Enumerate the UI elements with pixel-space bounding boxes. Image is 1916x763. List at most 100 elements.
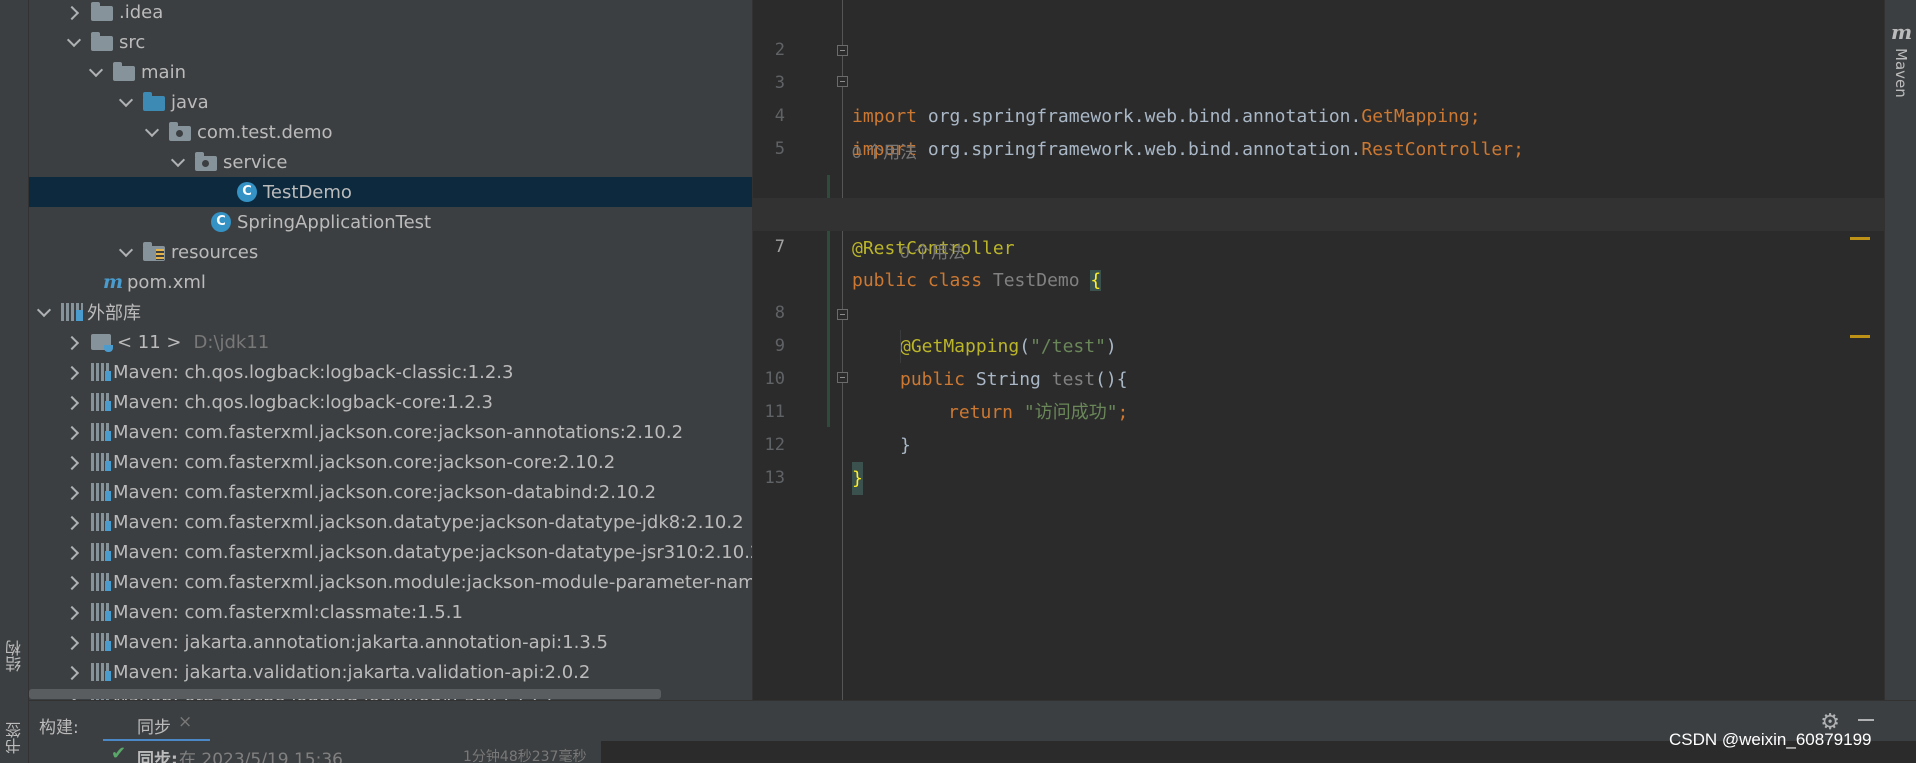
chevron-right-icon[interactable] — [67, 605, 81, 619]
tree-item-label: Maven: com.fasterxml.jackson.core:jackso… — [113, 481, 657, 503]
fold-toggle-icon[interactable] — [837, 309, 848, 320]
chevron-down-icon[interactable] — [145, 125, 159, 139]
chevron-right-icon[interactable] — [67, 665, 81, 679]
chevron-down-icon[interactable] — [119, 95, 133, 109]
tree-item[interactable]: Maven: com.fasterxml.jackson.datatype:ja… — [29, 507, 752, 537]
folder-icon — [91, 1, 113, 21]
build-label: 构建: — [39, 718, 79, 738]
sync-status-time: 在 2023/5/19 15:36 — [179, 750, 343, 763]
code-line-7[interactable]: 7 public class TestDemo { — [753, 198, 1885, 291]
code-line-6[interactable]: 6 @RestController — [753, 166, 1885, 259]
code-line-2[interactable]: 2 — [753, 1, 1885, 60]
chevron-right-icon[interactable] — [67, 635, 81, 649]
code-line-13[interactable]: 13 — [753, 429, 1885, 488]
chevron-right-icon[interactable] — [67, 455, 81, 469]
code-line-8[interactable]: 8 @GetMapping("/test") — [753, 264, 1885, 357]
chevron-right-icon[interactable] — [67, 485, 81, 499]
tree-item[interactable]: Maven: jakarta.annotation:jakarta.annota… — [29, 627, 752, 657]
chevron-right-icon[interactable] — [67, 5, 81, 19]
chevron-right-icon[interactable] — [67, 335, 81, 349]
tree-item[interactable]: C TestDemo — [29, 177, 752, 207]
tree-item[interactable]: .idea — [29, 0, 752, 27]
build-tool-window-header: 构建: 同步 × ⚙ — [29, 700, 1916, 742]
line-number: 7 — [774, 237, 785, 257]
tree-item[interactable]: 外部库 — [29, 297, 752, 327]
tree-item[interactable]: Maven: com.fasterxml.jackson.core:jackso… — [29, 417, 752, 447]
structure-tab[interactable]: 结构 — [3, 640, 27, 672]
tree-item-label: Maven: ch.qos.logback:logback-classic:1.… — [113, 361, 514, 383]
chevron-down-icon[interactable] — [89, 65, 103, 79]
tree-item-label: resources — [171, 241, 259, 263]
tree-item[interactable]: Maven: com.fasterxml.jackson.datatype:ja… — [29, 537, 752, 567]
code-line-4[interactable]: 4 import org.springframework.web.bind.an… — [753, 67, 1885, 160]
tree-item-label: TestDemo — [263, 181, 352, 203]
tree-item[interactable]: C SpringApplicationTest — [29, 207, 752, 237]
tree-item-label: Maven: com.fasterxml.jackson.datatype:ja… — [113, 511, 744, 533]
jar-library-icon — [91, 393, 111, 411]
jar-library-icon — [91, 453, 111, 471]
tree-item-label: Maven: jakarta.validation:jakarta.valida… — [113, 661, 591, 683]
java-class-icon: C — [211, 212, 231, 232]
tree-item[interactable]: java — [29, 87, 752, 117]
watermark: CSDN @weixin_60879199 — [1669, 730, 1872, 749]
chevron-right-icon[interactable] — [67, 425, 81, 439]
project-horizontal-scrollbar[interactable] — [29, 689, 661, 699]
tree-item[interactable]: resources — [29, 237, 752, 267]
imported-class: RestController; — [1361, 139, 1524, 160]
tree-item[interactable]: Maven: ch.qos.logback:logback-classic:1.… — [29, 357, 752, 387]
tree-item-label: service — [223, 151, 288, 173]
tree-item[interactable]: m pom.xml — [29, 267, 752, 297]
code-line-11[interactable]: 11 } — [753, 363, 1885, 456]
tree-item[interactable]: Maven: com.fasterxml:classmate:1.5.1 — [29, 597, 752, 627]
code-line-3[interactable]: 3 import org.springframework.web.bind.an… — [753, 34, 1885, 127]
usage-inlay-hint[interactable]: 0 个用法 — [852, 138, 917, 163]
chevron-right-icon[interactable] — [67, 395, 81, 409]
maven-icon[interactable]: m — [1891, 20, 1912, 44]
tree-item[interactable]: < 11 > D:\jdk11 — [29, 327, 752, 357]
chevron-down-icon[interactable] — [171, 155, 185, 169]
tree-item[interactable]: Maven: com.fasterxml.jackson.core:jackso… — [29, 447, 752, 477]
chevron-down-icon[interactable] — [37, 305, 51, 319]
usage-inlay-hint[interactable]: 0 个用法 — [900, 238, 965, 263]
tree-item-label: src — [119, 31, 146, 53]
maven-file-icon: m — [103, 271, 124, 293]
code-editor[interactable]: 2 3 import org.springframework.web.bind.… — [752, 0, 1885, 700]
tree-item[interactable]: src — [29, 27, 752, 57]
chevron-right-icon[interactable] — [67, 365, 81, 379]
bookmarks-tab[interactable]: 书签 — [3, 722, 27, 754]
fold-toggle-icon[interactable] — [837, 372, 848, 383]
line-number: 13 — [764, 468, 785, 488]
code-line-9[interactable]: 9 public String test(){ — [753, 297, 1885, 390]
indent-guide — [900, 330, 901, 363]
warning-stripe-marker[interactable] — [1850, 237, 1870, 240]
close-icon[interactable]: × — [178, 712, 192, 732]
tab-sync[interactable]: 同步 × — [103, 701, 210, 742]
tree-item[interactable]: Maven: ch.qos.logback:logback-core:1.2.3 — [29, 387, 752, 417]
tree-item[interactable]: Maven: com.fasterxml.jackson.core:jackso… — [29, 477, 752, 507]
tree-item-label: Maven: ch.qos.logback:logback-core:1.2.3 — [113, 391, 493, 413]
minimize-icon[interactable] — [1858, 719, 1874, 721]
chevron-right-icon[interactable] — [67, 545, 81, 559]
line-number: 5 — [774, 139, 785, 159]
tree-item-label: Maven: jakarta.annotation:jakarta.annota… — [113, 631, 608, 653]
chevron-right-icon[interactable] — [67, 575, 81, 589]
sync-status-label[interactable]: 同步: — [137, 745, 178, 763]
tree-item[interactable]: com.test.demo — [29, 117, 752, 147]
chevron-right-icon[interactable] — [67, 515, 81, 529]
chevron-down-icon[interactable] — [67, 35, 81, 49]
chevron-down-icon[interactable] — [119, 245, 133, 259]
tree-item[interactable]: main — [29, 57, 752, 87]
code-line-10[interactable]: 10 return "访问成功"; — [753, 330, 1885, 423]
tree-item[interactable]: service — [29, 147, 752, 177]
sync-duration: 1分钟48秒237毫秒 — [463, 749, 587, 763]
fold-toggle-icon[interactable] — [837, 45, 848, 56]
warning-stripe-marker[interactable] — [1850, 335, 1870, 338]
tree-item[interactable]: Maven: jakarta.validation:jakarta.valida… — [29, 657, 752, 687]
fold-toggle-icon[interactable] — [837, 76, 848, 87]
code-line-5[interactable]: 5 — [753, 100, 1885, 159]
tree-item[interactable]: Maven: com.fasterxml.jackson.module:jack… — [29, 567, 752, 597]
maven-tab[interactable]: Maven — [1892, 48, 1910, 98]
code-line-12[interactable]: 12 } — [753, 396, 1885, 495]
